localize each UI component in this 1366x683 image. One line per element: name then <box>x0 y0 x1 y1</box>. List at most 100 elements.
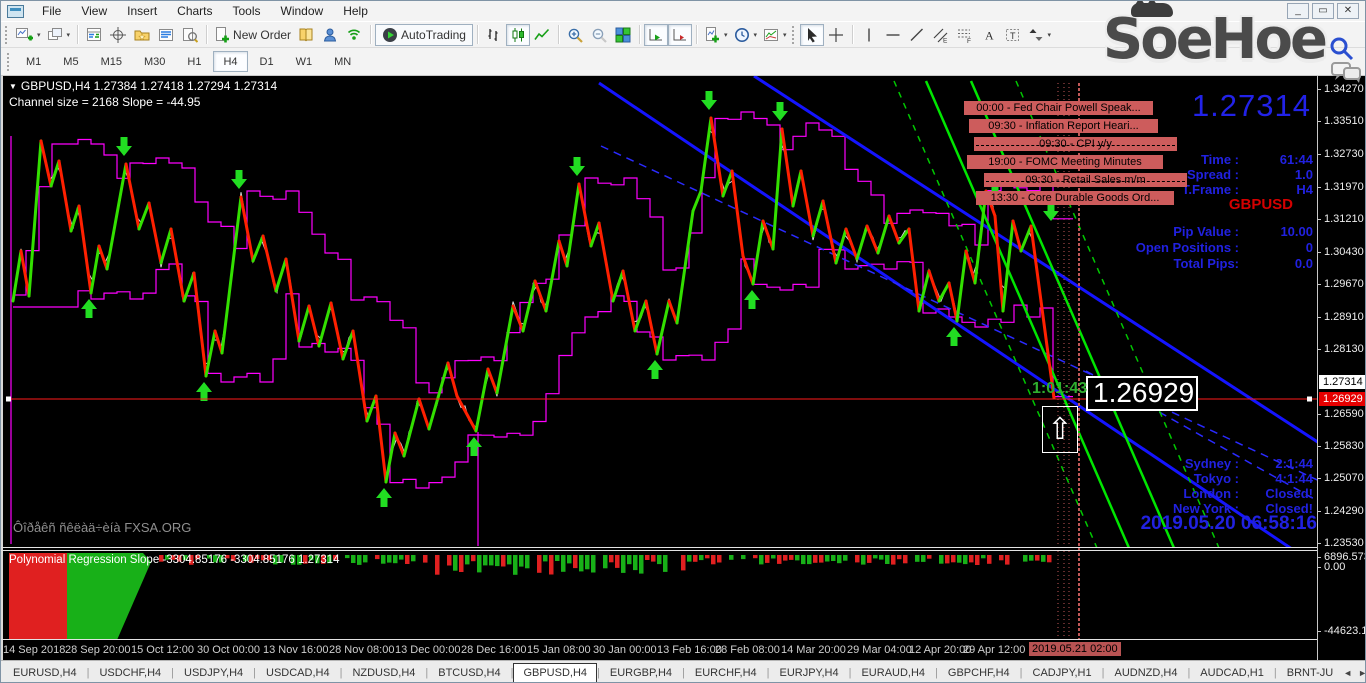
date-label: 14 Mar 20:00 <box>781 644 846 656</box>
channel-info: Channel size = 2168 Slope = -44.95 <box>9 95 200 109</box>
tab-eurjpy-h4[interactable]: EURJPY,H4 <box>770 663 849 683</box>
tab-eurusd-h4[interactable]: EURUSD,H4 <box>3 663 87 683</box>
profiles-dropdown-icon[interactable]: ▾ <box>67 31 71 39</box>
close-button[interactable]: ✕ <box>1337 3 1359 19</box>
toolbar-separator <box>639 25 640 44</box>
restore-button[interactable]: ▭ <box>1312 3 1334 19</box>
cursor-button[interactable] <box>800 24 824 46</box>
tile-windows-button[interactable] <box>611 24 635 46</box>
new-chart-button[interactable]: ▾ <box>13 24 44 46</box>
signal-arrow-box: ⇧ <box>1042 406 1078 453</box>
autotrading-label: AutoTrading <box>401 28 466 42</box>
tf-m15[interactable]: M15 <box>91 51 132 72</box>
trendline-button[interactable] <box>905 24 929 46</box>
data-window-button[interactable] <box>106 24 130 46</box>
new-order-button[interactable]: New Order <box>211 24 294 46</box>
line-chart-button[interactable] <box>530 24 554 46</box>
strategy-tester-button[interactable] <box>178 24 202 46</box>
crosshair-button[interactable] <box>824 24 848 46</box>
menu-item-insert[interactable]: Insert <box>117 2 167 20</box>
profiles-button[interactable]: ▾ <box>44 24 74 46</box>
new-chart-dropdown-icon[interactable]: ▾ <box>37 31 41 39</box>
chart-area[interactable]: 00:00 - Fed Chair Powell Speak...09:30 -… <box>1 76 1366 660</box>
tab-usdjpy-h4[interactable]: USDJPY,H4 <box>174 663 253 683</box>
market-watch-button[interactable] <box>82 24 106 46</box>
tab-gbpusd-h4[interactable]: GBPUSD,H4 <box>513 663 597 683</box>
date-axis[interactable]: 14 Sep 201828 Sep 20:0015 Oct 12:0030 Oc… <box>1 640 1317 660</box>
symbol-dropdown-icon[interactable]: ▼ <box>9 82 17 91</box>
tab-eurgbp-h4[interactable]: EURGBP,H4 <box>600 663 682 683</box>
arrows-button[interactable]: ▾ <box>1025 24 1055 46</box>
watermark: Ôîðåêñ ñêëàä÷èíà FXSA.ORG <box>13 520 191 535</box>
text-button[interactable]: A <box>977 24 1001 46</box>
menu-item-view[interactable]: View <box>71 2 117 20</box>
text-label-button[interactable]: T <box>1001 24 1025 46</box>
toolbar-grip[interactable] <box>792 26 795 44</box>
tab-audnzd-h4[interactable]: AUDNZD,H4 <box>1104 663 1187 683</box>
menu-items: FileViewInsertChartsToolsWindowHelp <box>32 4 378 18</box>
tab-usdcad-h4[interactable]: USDCAD,H4 <box>256 663 340 683</box>
fibo-icon: F <box>957 27 973 43</box>
tab-eurchf-h4[interactable]: EURCHF,H4 <box>685 663 767 683</box>
terminal-button[interactable] <box>154 24 178 46</box>
periods-button[interactable]: ▾ <box>731 24 761 46</box>
indicators-button[interactable]: ▾ <box>701 24 731 46</box>
auto-scroll-button[interactable] <box>644 24 668 46</box>
date-label: 29 Mar 04:00 <box>847 644 912 656</box>
navigator-button[interactable] <box>130 24 154 46</box>
price-scale[interactable]: 1.342701.335101.327301.319701.312101.304… <box>1317 76 1366 660</box>
terminal-icon <box>158 27 174 43</box>
zoom-out-button[interactable] <box>587 24 611 46</box>
tf-m1[interactable]: M1 <box>16 51 51 72</box>
info-symbol: GBPUSD <box>1229 196 1293 213</box>
channel-icon: E <box>933 27 949 43</box>
scroll-left-button[interactable]: ◄ <box>1343 668 1352 678</box>
metaeditor-button[interactable] <box>294 24 318 46</box>
vertical-line-button[interactable] <box>857 24 881 46</box>
candlesticks-button[interactable] <box>506 24 530 46</box>
tab-brnt-ju[interactable]: BRNT-JU <box>1277 663 1343 683</box>
templates-button[interactable]: ▾ <box>760 24 790 46</box>
vline-icon <box>861 27 877 43</box>
toolbar-separator <box>696 25 697 44</box>
tab-audcad-h1[interactable]: AUDCAD,H1 <box>1190 663 1274 683</box>
periods-dropdown-icon[interactable]: ▾ <box>754 31 758 39</box>
fibonacci-button[interactable]: F <box>953 24 977 46</box>
community-button[interactable] <box>318 24 342 46</box>
chart-shift-button[interactable] <box>668 24 692 46</box>
scroll-right-button[interactable]: ► <box>1358 668 1366 678</box>
tf-m5[interactable]: M5 <box>53 51 88 72</box>
menu-item-window[interactable]: Window <box>271 2 334 20</box>
menu-item-tools[interactable]: Tools <box>223 2 271 20</box>
tf-d1[interactable]: D1 <box>250 51 284 72</box>
equidistant-channel-button[interactable]: E <box>929 24 953 46</box>
toolbar-grip[interactable] <box>5 26 8 44</box>
tab-usdchf-h4[interactable]: USDCHF,H4 <box>89 663 171 683</box>
zoom-in-button[interactable] <box>563 24 587 46</box>
tf-h1[interactable]: H1 <box>177 51 211 72</box>
signals-button[interactable] <box>342 24 366 46</box>
tfbar-grip[interactable] <box>7 53 10 71</box>
tf-m30[interactable]: M30 <box>134 51 175 72</box>
indicators-dropdown-icon[interactable]: ▾ <box>724 31 728 39</box>
tab-gbpchf-h4[interactable]: GBPCHF,H4 <box>938 663 1020 683</box>
tab-btcusd-h4[interactable]: BTCUSD,H4 <box>428 663 510 683</box>
tab-nzdusd-h4[interactable]: NZDUSD,H4 <box>342 663 425 683</box>
arrows-dropdown-icon[interactable]: ▾ <box>1048 31 1052 39</box>
tab-cadjpy-h1[interactable]: CADJPY,H1 <box>1023 663 1102 683</box>
tab-euraud-h4[interactable]: EURAUD,H4 <box>851 663 935 683</box>
autotrading-button[interactable]: AutoTrading <box>375 24 473 46</box>
tf-w1[interactable]: W1 <box>286 51 323 72</box>
minimize-button[interactable]: _ <box>1287 3 1309 19</box>
templates-dropdown-icon[interactable]: ▾ <box>783 31 787 39</box>
tf-mn[interactable]: MN <box>324 51 361 72</box>
date-label: 30 Jan 00:00 <box>593 644 657 656</box>
menu-item-charts[interactable]: Charts <box>167 2 222 20</box>
tf-h4[interactable]: H4 <box>213 51 247 72</box>
price-scale-label: 1.33510 <box>1324 115 1364 127</box>
bar-chart-button[interactable] <box>482 24 506 46</box>
menu-item-help[interactable]: Help <box>333 2 378 20</box>
label-tool-icon: T <box>1005 27 1021 43</box>
menu-item-file[interactable]: File <box>32 2 71 20</box>
horizontal-line-button[interactable] <box>881 24 905 46</box>
